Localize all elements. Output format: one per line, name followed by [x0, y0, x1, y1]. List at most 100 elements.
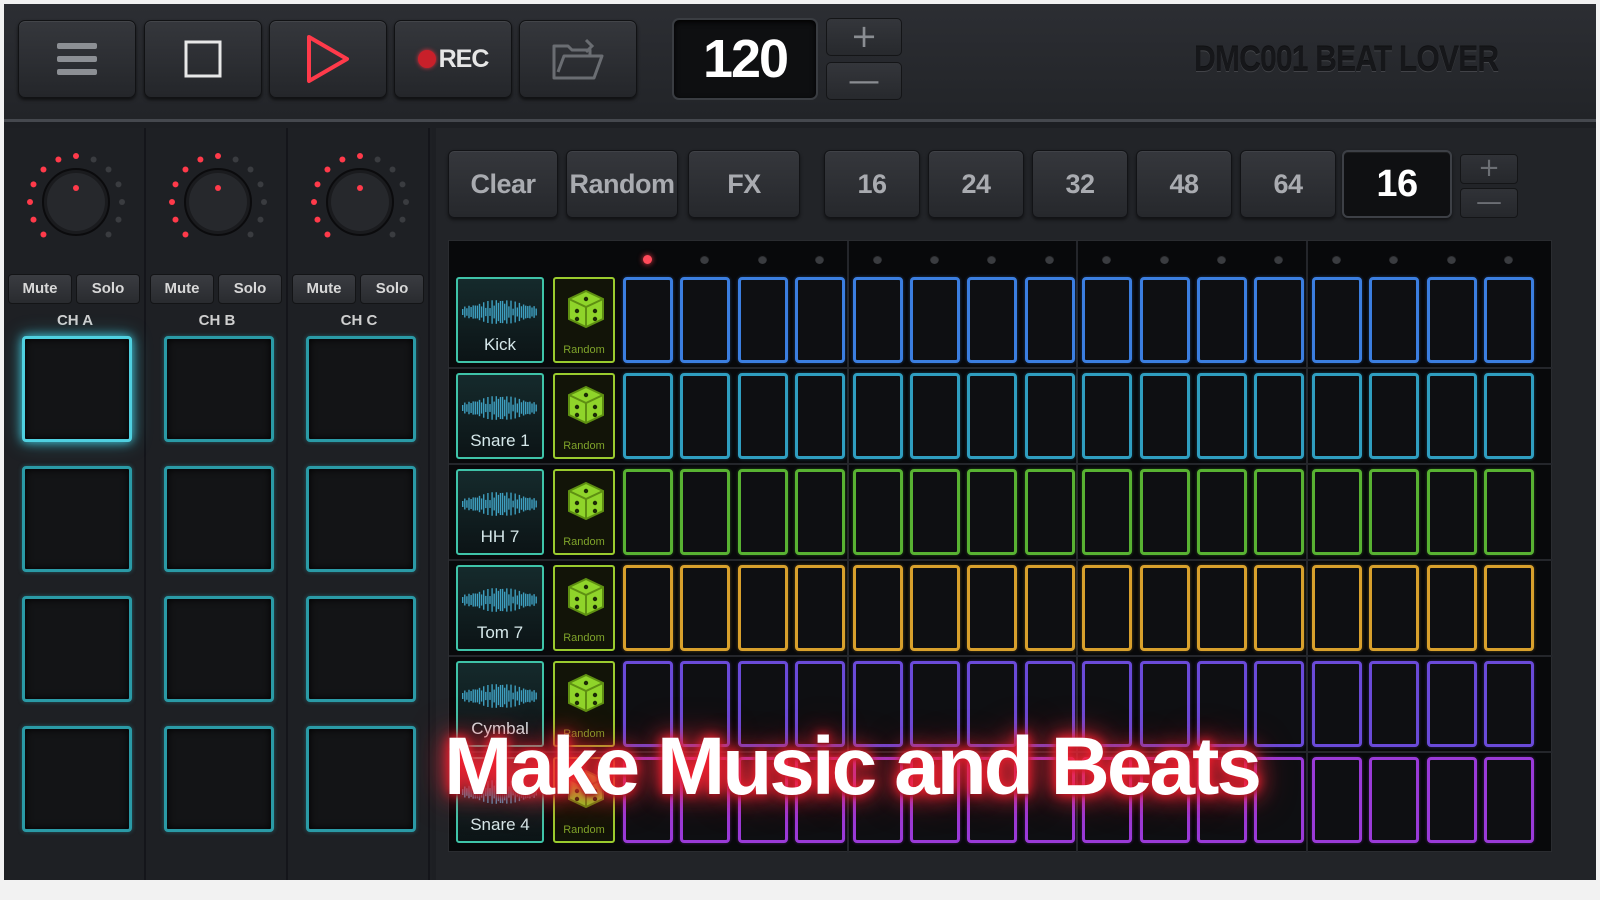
- step-cell[interactable]: [1311, 373, 1362, 459]
- step-cell[interactable]: [1024, 565, 1075, 651]
- step-cell[interactable]: [795, 277, 846, 363]
- bpm-decrease-button[interactable]: —: [826, 62, 902, 100]
- step-cell[interactable]: [680, 565, 731, 651]
- menu-button[interactable]: [18, 20, 136, 98]
- step-cell[interactable]: [1484, 757, 1534, 843]
- stop-button[interactable]: [144, 20, 262, 98]
- step-cell[interactable]: [1311, 661, 1362, 747]
- step-cell[interactable]: [852, 373, 903, 459]
- step-cell[interactable]: [795, 469, 846, 555]
- step-cell[interactable]: [852, 277, 903, 363]
- step-cell[interactable]: [967, 277, 1018, 363]
- step-cell[interactable]: [1484, 277, 1534, 363]
- sample-select-button[interactable]: Kick: [456, 277, 544, 363]
- solo-button[interactable]: Solo: [360, 274, 424, 304]
- step-cell[interactable]: [680, 373, 731, 459]
- step-cell[interactable]: [1139, 373, 1190, 459]
- step-cell[interactable]: [1254, 757, 1305, 843]
- steps-16-button[interactable]: 16: [824, 150, 920, 218]
- step-cell[interactable]: [1139, 277, 1190, 363]
- drum-pad[interactable]: [164, 466, 274, 572]
- step-cell[interactable]: [1369, 277, 1420, 363]
- steps-32-button[interactable]: 32: [1032, 150, 1128, 218]
- drum-pad[interactable]: [306, 596, 416, 702]
- step-cell[interactable]: [1082, 469, 1133, 555]
- step-cell[interactable]: [1311, 469, 1362, 555]
- drum-pad[interactable]: [306, 336, 416, 442]
- step-cell[interactable]: [1082, 565, 1133, 651]
- volume-knob[interactable]: [22, 148, 130, 256]
- step-cell[interactable]: [1426, 565, 1477, 651]
- step-cell[interactable]: [623, 469, 673, 555]
- step-cell[interactable]: [737, 373, 788, 459]
- drum-pad[interactable]: [306, 726, 416, 832]
- steps-decrease-button[interactable]: —: [1460, 188, 1518, 218]
- steps-48-button[interactable]: 48: [1136, 150, 1232, 218]
- volume-knob[interactable]: [164, 148, 272, 256]
- step-cell[interactable]: [1197, 565, 1247, 651]
- step-cell[interactable]: [737, 469, 788, 555]
- step-cell[interactable]: [1484, 373, 1534, 459]
- step-cell[interactable]: [910, 277, 960, 363]
- mute-button[interactable]: Mute: [8, 274, 72, 304]
- step-cell[interactable]: [1254, 565, 1305, 651]
- drum-pad[interactable]: [306, 466, 416, 572]
- step-cell[interactable]: [1484, 661, 1534, 747]
- volume-knob[interactable]: [306, 148, 414, 256]
- step-cell[interactable]: [1426, 469, 1477, 555]
- drum-pad[interactable]: [22, 596, 132, 702]
- track-random-button[interactable]: Random: [553, 565, 615, 651]
- step-cell[interactable]: [680, 277, 731, 363]
- step-cell[interactable]: [910, 565, 960, 651]
- step-cell[interactable]: [1024, 469, 1075, 555]
- drum-pad[interactable]: [22, 726, 132, 832]
- step-cell[interactable]: [623, 565, 673, 651]
- step-cell[interactable]: [623, 373, 673, 459]
- track-random-button[interactable]: Random: [553, 373, 615, 459]
- step-cell[interactable]: [1484, 469, 1534, 555]
- step-cell[interactable]: [1426, 277, 1477, 363]
- step-cell[interactable]: [1024, 373, 1075, 459]
- step-cell[interactable]: [967, 469, 1018, 555]
- step-cell[interactable]: [737, 565, 788, 651]
- step-cell[interactable]: [852, 565, 903, 651]
- step-cell[interactable]: [1139, 469, 1190, 555]
- step-cell[interactable]: [1369, 469, 1420, 555]
- steps-increase-button[interactable]: +: [1460, 154, 1518, 184]
- step-cell[interactable]: [1311, 565, 1362, 651]
- step-cell[interactable]: [967, 565, 1018, 651]
- step-cell[interactable]: [1254, 661, 1305, 747]
- clear-button[interactable]: Clear: [448, 150, 558, 218]
- step-cell[interactable]: [967, 373, 1018, 459]
- fx-button[interactable]: FX: [688, 150, 800, 218]
- step-cell[interactable]: [852, 469, 903, 555]
- solo-button[interactable]: Solo: [76, 274, 140, 304]
- step-cell[interactable]: [1197, 277, 1247, 363]
- drum-pad[interactable]: [164, 336, 274, 442]
- step-cell[interactable]: [795, 373, 846, 459]
- step-cell[interactable]: [1082, 373, 1133, 459]
- step-cell[interactable]: [1197, 373, 1247, 459]
- open-button[interactable]: [519, 20, 637, 98]
- step-cell[interactable]: [1426, 373, 1477, 459]
- drum-pad[interactable]: [22, 336, 132, 442]
- play-button[interactable]: [269, 20, 387, 98]
- step-cell[interactable]: [910, 469, 960, 555]
- sample-select-button[interactable]: Tom 7: [456, 565, 544, 651]
- step-cell[interactable]: [910, 373, 960, 459]
- sample-select-button[interactable]: HH 7: [456, 469, 544, 555]
- step-cell[interactable]: [1426, 757, 1477, 843]
- step-cell[interactable]: [1426, 661, 1477, 747]
- drum-pad[interactable]: [22, 466, 132, 572]
- drum-pad[interactable]: [164, 596, 274, 702]
- step-cell[interactable]: [1197, 469, 1247, 555]
- drum-pad[interactable]: [164, 726, 274, 832]
- step-cell[interactable]: [1484, 565, 1534, 651]
- step-cell[interactable]: [1254, 277, 1305, 363]
- record-button[interactable]: REC: [394, 20, 512, 98]
- steps-24-button[interactable]: 24: [928, 150, 1024, 218]
- bpm-increase-button[interactable]: +: [826, 18, 902, 56]
- track-random-button[interactable]: Random: [553, 469, 615, 555]
- step-cell[interactable]: [795, 565, 846, 651]
- mute-button[interactable]: Mute: [292, 274, 356, 304]
